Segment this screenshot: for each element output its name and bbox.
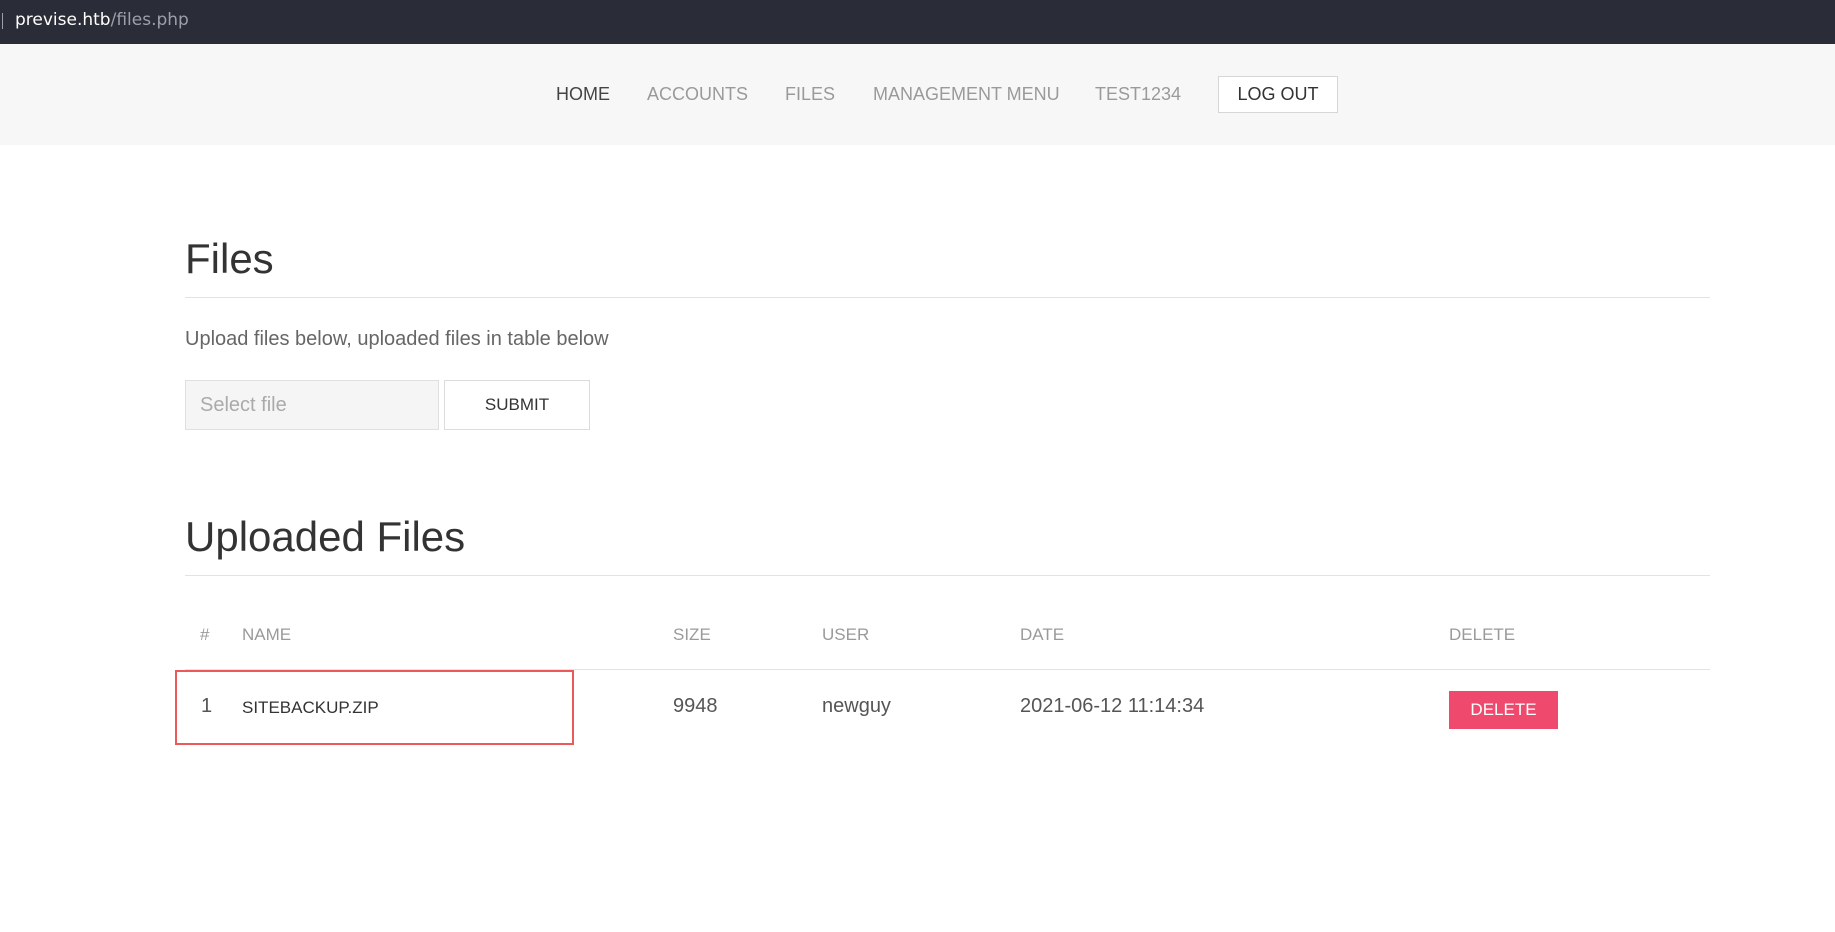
- column-header-number: #: [200, 625, 210, 644]
- nav-home[interactable]: HOME: [556, 84, 610, 104]
- delete-button[interactable]: DELETE: [1449, 691, 1558, 729]
- nav-management-menu[interactable]: MANAGEMENT MENU: [873, 84, 1060, 104]
- upload-description: Upload files below, uploaded files in ta…: [185, 328, 609, 350]
- url-host: previse.htb: [15, 10, 111, 30]
- table-header-divider: [185, 669, 1710, 670]
- nav-user-test1234[interactable]: TEST1234: [1095, 84, 1181, 104]
- files-heading: Files: [185, 235, 274, 282]
- column-header-date: DATE: [1020, 625, 1065, 644]
- column-header-delete: DELETE: [1449, 625, 1516, 644]
- nav-accounts[interactable]: ACCOUNTS: [647, 84, 748, 104]
- text-cursor: [2, 13, 3, 29]
- row-date: 2021-06-12 11:14:34: [1020, 695, 1205, 717]
- row-file-size: 9948: [673, 695, 718, 717]
- submit-button[interactable]: SUBMIT: [444, 380, 590, 430]
- url-path: /files.php: [110, 10, 189, 30]
- uploaded-files-divider: [185, 575, 1710, 576]
- top-navigation: HOME ACCOUNTS FILES MANAGEMENT MENU TEST…: [0, 44, 1835, 145]
- row-user: newguy: [822, 695, 891, 717]
- row-file-name[interactable]: SITEBACKUP.ZIP: [242, 696, 379, 720]
- url-text[interactable]: previse.htb/files.php: [15, 10, 189, 30]
- column-header-user: USER: [822, 625, 870, 644]
- uploaded-files-heading: Uploaded Files: [185, 513, 466, 560]
- browser-url-bar[interactable]: previse.htb/files.php: [0, 0, 1835, 44]
- column-header-name: NAME: [242, 625, 292, 644]
- column-header-size: SIZE: [673, 625, 711, 644]
- row-number: 1: [201, 695, 213, 717]
- files-heading-divider: [185, 297, 1710, 298]
- nav-files[interactable]: FILES: [785, 84, 835, 104]
- logout-button[interactable]: LOG OUT: [1218, 76, 1338, 113]
- file-select-input[interactable]: [185, 380, 439, 430]
